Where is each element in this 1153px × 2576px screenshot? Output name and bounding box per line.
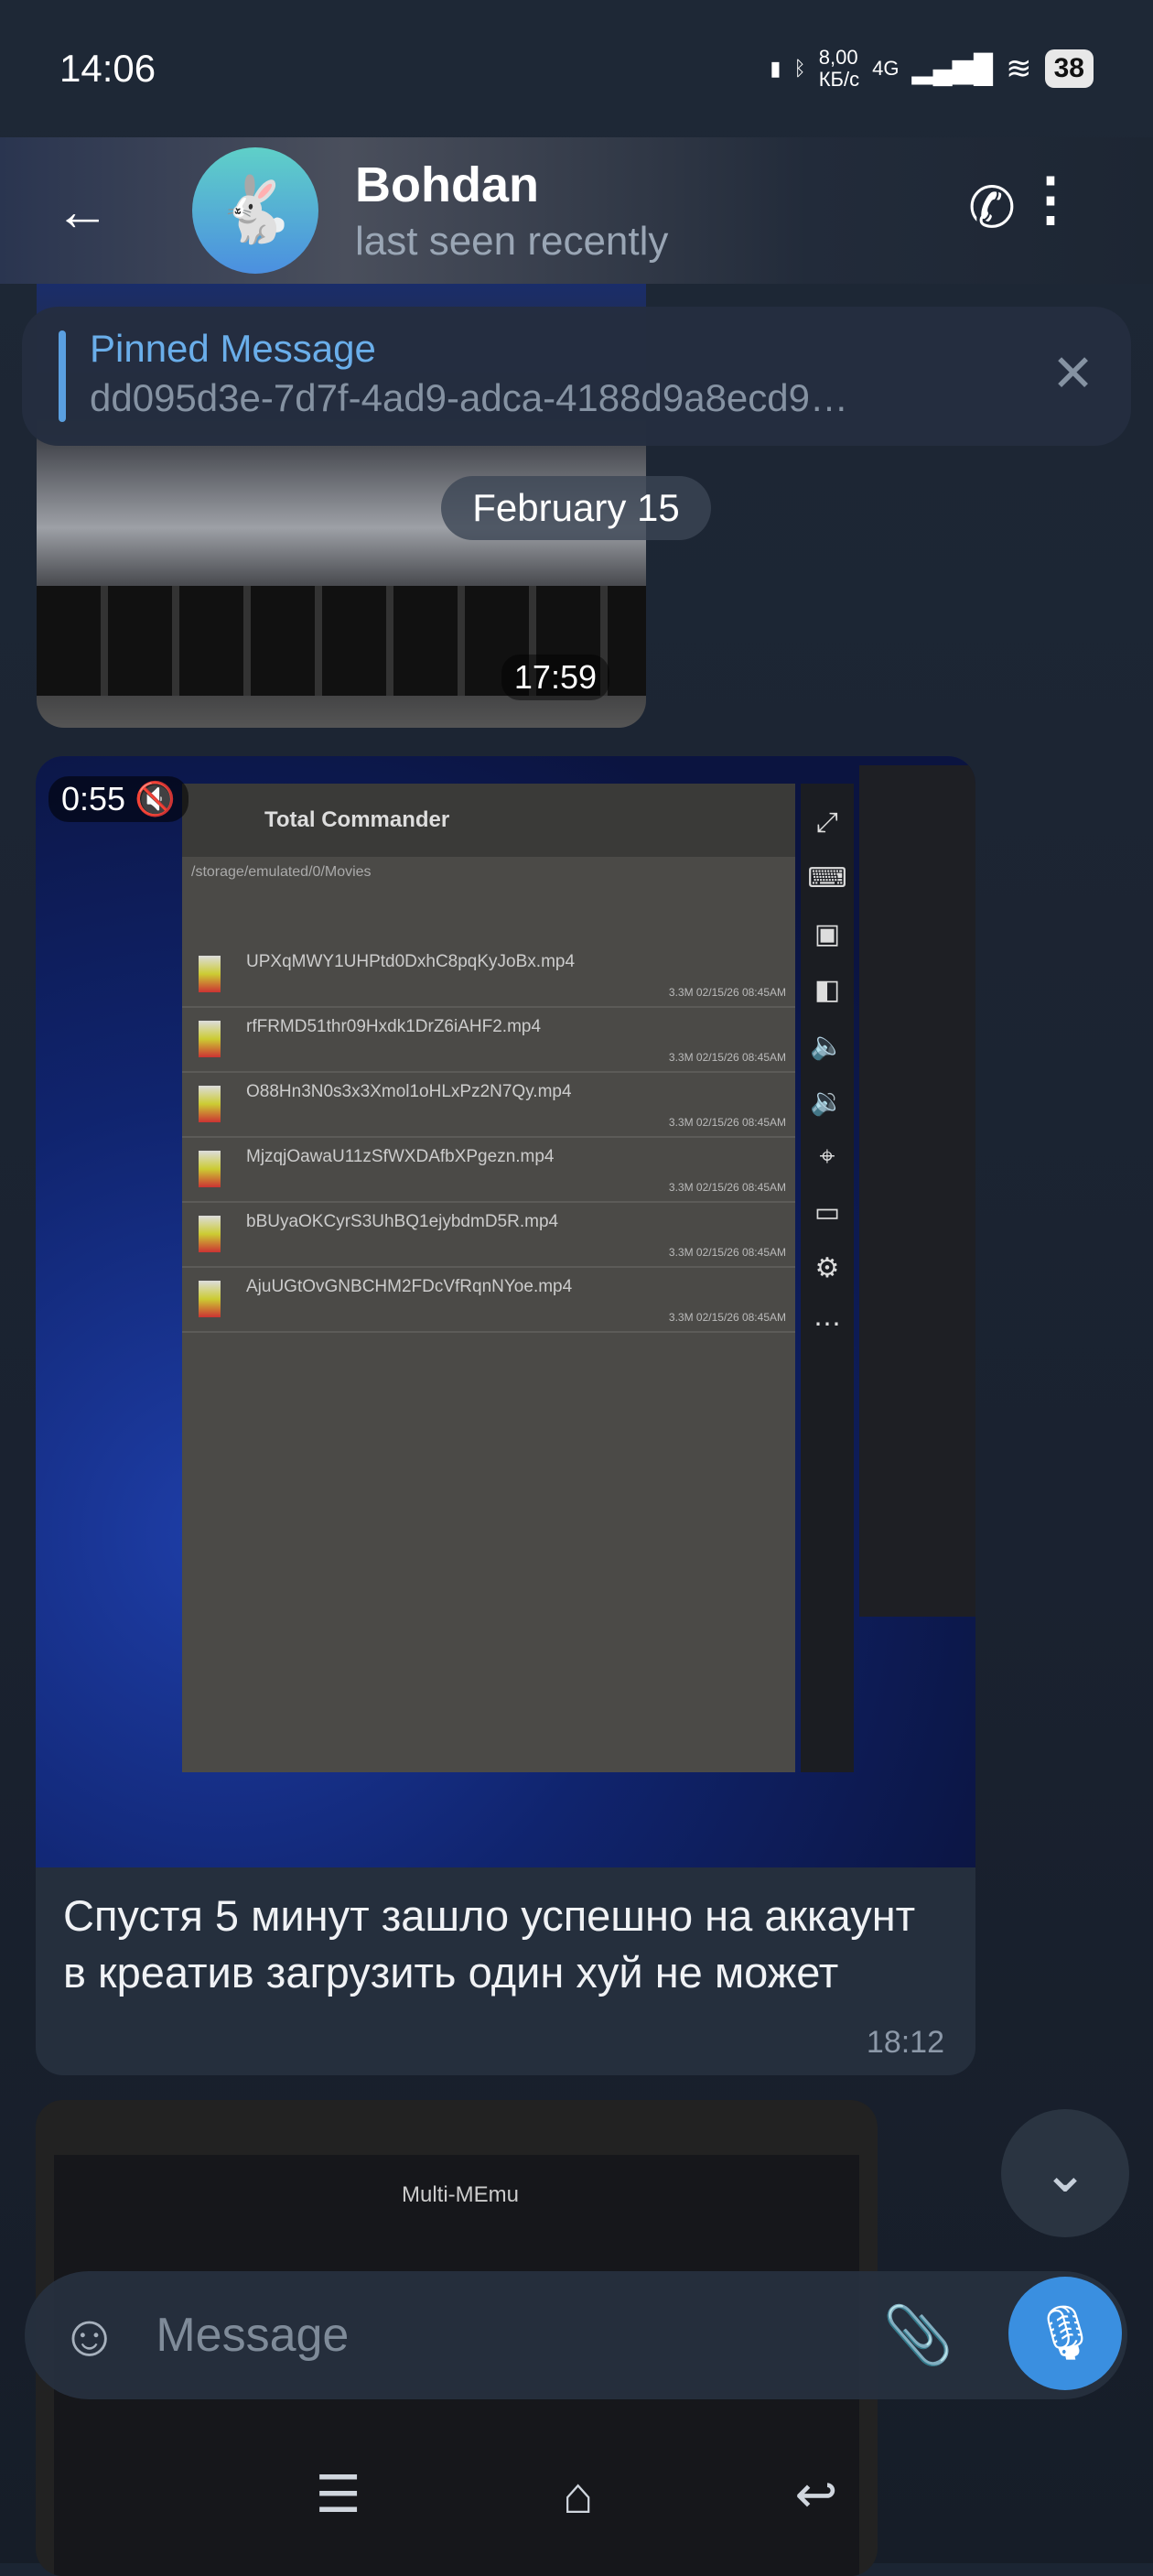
- pinned-title: Pinned Message: [90, 327, 376, 370]
- net-speed: 8,00: [818, 46, 858, 69]
- clock: 14:06: [59, 47, 156, 90]
- home-icon[interactable]: ⌂: [563, 2465, 594, 2525]
- net-unit: КБ/с: [818, 68, 860, 91]
- signal-icon: ▂▄▆█: [911, 53, 994, 84]
- file-row: rfFRMD51thr09Hxdk1DrZ6iAHF2.mp4 3.3M 02/1…: [182, 1008, 795, 1073]
- muted-icon: 🔇: [135, 780, 176, 817]
- pinned-text: dd095d3e-7d7f-4ad9-adca-4188d9a8ecd9…: [90, 376, 849, 419]
- avatar[interactable]: 🐇: [192, 147, 318, 274]
- avatar-image: 🐇: [215, 174, 296, 245]
- chevron-down-icon: ⌄: [1041, 2142, 1089, 2203]
- preview-title: Multi-MEmu: [402, 2182, 520, 2207]
- emulator-screen: Total Commander /storage/emulated/0/Movi…: [182, 784, 795, 1772]
- back-arrow-icon[interactable]: ←: [55, 179, 110, 243]
- microphone-button[interactable]: 🎙: [1008, 2277, 1122, 2390]
- battery-level: 38: [1044, 49, 1094, 88]
- emulator-sidebar: ⤢ ⌨ ▣ ◧ 🔈 🔉 ⌖ ▭ ⚙ ⋯: [801, 784, 854, 1772]
- back-icon[interactable]: ↩: [795, 2464, 838, 2525]
- vibrate-icon: ▮: [770, 57, 781, 80]
- app-title: Total Commander: [182, 784, 795, 857]
- file-row: bBUyaOKCyrS3UhBQ1ejybdmD5R.mp4 3.3M 02/15…: [182, 1203, 795, 1268]
- close-icon[interactable]: ✕: [1051, 343, 1094, 404]
- pinned-message-bar[interactable]: Pinned Message dd095d3e-7d7f-4ad9-adca-4…: [22, 307, 1131, 446]
- sticker-icon[interactable]: ☺: [59, 2301, 119, 2369]
- video-player[interactable]: Total Commander /storage/emulated/0/Movi…: [36, 756, 975, 1867]
- date-separator: February 15: [441, 476, 711, 540]
- system-nav-bar: ☰ ⌂ ↩: [0, 2426, 1153, 2563]
- message-time: 18:12: [866, 2025, 944, 2060]
- chat-header: ← 🐇 Bohdan last seen recently ✆ ⋮: [0, 137, 1153, 284]
- status-bar: 14:06 ▮ ᛒ 8,00 КБ/с 4G ▂▄▆█ ≋ 38: [0, 0, 1153, 137]
- message-time: 17:59: [501, 655, 609, 700]
- more-options-icon[interactable]: ⋮: [1021, 165, 1080, 233]
- last-seen-status: last seen recently: [355, 219, 669, 264]
- pinned-indicator: [59, 330, 66, 422]
- contact-info[interactable]: Bohdan last seen recently: [355, 157, 668, 265]
- file-row: MjzqjOawaU11zSfWXDAfbXPgezn.mp4 3.3M 02/1…: [182, 1138, 795, 1203]
- bluetooth-icon: ᛒ: [793, 57, 806, 80]
- file-path: /storage/emulated/0/Movies: [191, 864, 372, 880]
- windows-explorer-pane: [859, 765, 975, 1617]
- message-input-bar: ☺ Message 📎: [25, 2271, 1127, 2399]
- network-type: 4G: [872, 57, 900, 80]
- file-row: UPXqMWY1UHPtd0DxhC8pqKyJoBx.mp4 3.3M 02/1…: [182, 943, 795, 1008]
- microphone-icon: 🎙: [1031, 2303, 1099, 2363]
- file-row: AjuUGtOvGNBCHM2FDcVfRqnNYoe.mp4 3.3M 02/1…: [182, 1268, 795, 1333]
- contact-name: Bohdan: [355, 157, 539, 212]
- wifi-icon: ≋: [1006, 51, 1032, 86]
- menu-icon[interactable]: ☰: [316, 2464, 361, 2525]
- phone-icon[interactable]: ✆: [968, 174, 1016, 241]
- video-message: Total Commander /storage/emulated/0/Movi…: [36, 756, 975, 2075]
- file-row: O88Hn3N0s3x3Xmol1oHLxPz2N7Qy.mp4 3.3M 02/…: [182, 1073, 795, 1138]
- attach-icon[interactable]: 📎: [883, 2302, 954, 2369]
- message-input[interactable]: Message: [156, 2308, 349, 2363]
- scroll-down-button[interactable]: ⌄: [1001, 2109, 1129, 2237]
- message-text: Спустя 5 минут зашло успешно на аккаунт …: [63, 1891, 916, 1997]
- video-duration: 0:55 🔇: [48, 776, 189, 822]
